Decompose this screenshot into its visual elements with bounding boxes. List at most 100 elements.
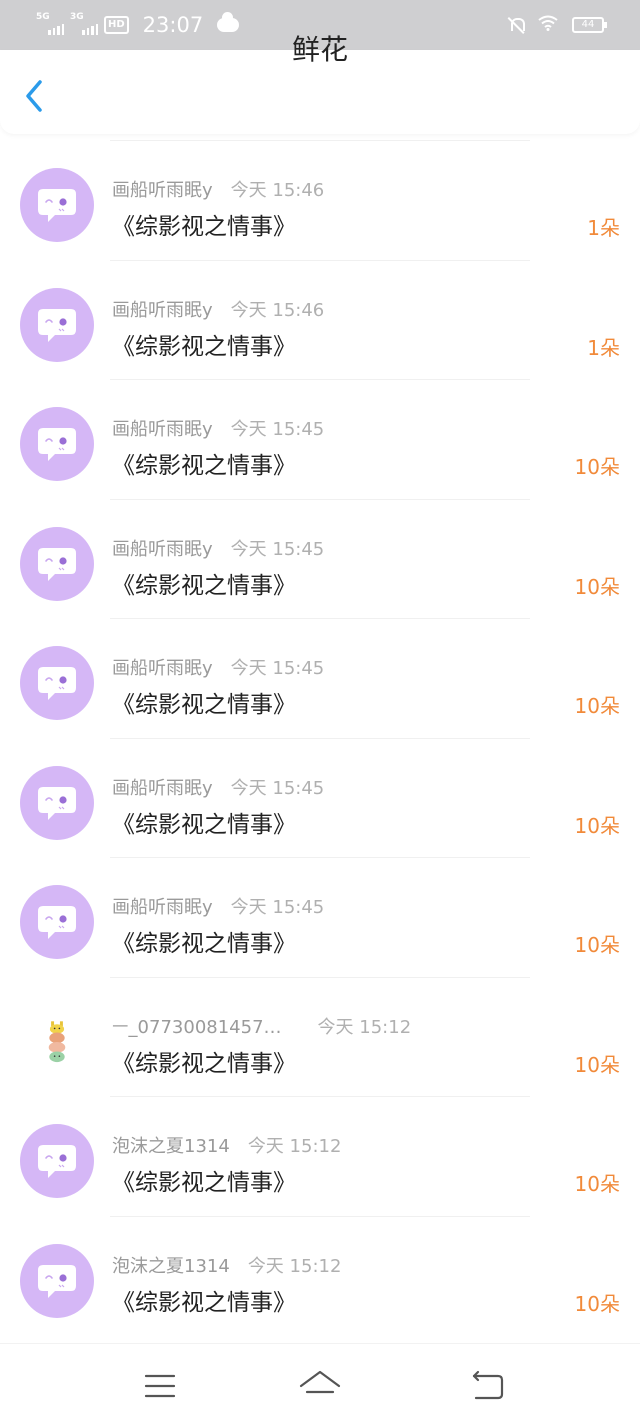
avatar[interactable] (20, 526, 94, 601)
item-meta: 画船听雨眠y 今天 15:45 (112, 774, 324, 800)
book-title: 《综影视之情事》 (112, 214, 296, 240)
list-item[interactable]: 画船听雨眠y 今天 15:45 《综影视之情事》 10朵 (0, 379, 640, 499)
username: 画船听雨眠y (112, 658, 213, 679)
flower-count: 10朵 (574, 1291, 620, 1316)
flower-list: 画船听雨眠y 今天 15:46 《综影视之情事》 1朵 画船听雨眠y 今天 15:4… (0, 140, 640, 1335)
flower-count: 10朵 (574, 1052, 620, 1077)
divider (110, 618, 530, 619)
item-meta: ㅡ_07730081457… 今天 15:12 (112, 1013, 411, 1039)
flower-count: 1朵 (587, 216, 620, 240)
chat-bubble-icon (38, 1145, 76, 1178)
username: 画船听雨眠y (112, 419, 213, 440)
flower-count: 10朵 (574, 574, 620, 599)
avatar[interactable] (20, 1124, 94, 1198)
chat-bubble-icon (38, 667, 76, 700)
divider (110, 1215, 530, 1217)
timestamp: 今天 15:12 (247, 1255, 342, 1277)
menu-icon (144, 1374, 176, 1398)
list-item[interactable]: 画船听雨眠y 今天 15:45 《综影视之情事》 10朵 (0, 618, 640, 738)
username: ㅡ_07730081457… (112, 1016, 282, 1038)
divider (110, 857, 530, 858)
chat-bubble-icon (38, 308, 76, 342)
book-title: 《综影视之情事》 (112, 931, 296, 957)
list-item[interactable]: 画船听雨眠y 今天 15:46 《综影视之情事》 1朵 (0, 140, 640, 260)
flower-count: 10朵 (574, 455, 620, 479)
divider (110, 976, 530, 978)
chat-bubble-icon (38, 428, 76, 461)
item-meta: 泡沫之夏1314 今天 15:12 (112, 1252, 341, 1278)
home-button[interactable] (298, 1368, 342, 1404)
avatar[interactable] (20, 1004, 94, 1079)
avatar[interactable] (20, 1243, 94, 1318)
book-title: 《综影视之情事》 (112, 1050, 296, 1077)
chat-bubble-icon (38, 547, 76, 581)
flower-count: 10朵 (574, 694, 620, 718)
item-meta: 泡沫之夏1314 今天 15:12 (112, 1132, 341, 1158)
timestamp: 今天 15:46 (230, 299, 325, 321)
item-meta: 画船听雨眠y 今天 15:45 (112, 415, 324, 441)
username: 画船听雨眠y (112, 299, 213, 321)
list-item[interactable]: 画船听雨眠y 今天 15:46 《综影视之情事》 1朵 (0, 259, 640, 380)
item-meta: 画船听雨眠y 今天 15:45 (112, 535, 324, 561)
timestamp: 今天 15:45 (230, 658, 325, 679)
item-meta: 画船听雨眠y 今天 15:46 (112, 296, 324, 322)
avatar[interactable] (20, 885, 94, 959)
timestamp: 今天 15:45 (230, 419, 325, 440)
chat-bubble-icon (38, 786, 76, 820)
timestamp: 今天 15:46 (230, 180, 325, 201)
page-title: 鲜花 (291, 33, 348, 66)
list-item[interactable]: ㅡ_07730081457… 今天 15:12 《综影视之情事》 10朵 (0, 976, 640, 1097)
timestamp: 今天 15:45 (230, 777, 325, 799)
book-title: 《综影视之情事》 (112, 692, 296, 718)
timestamp: 今天 15:45 (230, 538, 325, 560)
divider (110, 140, 530, 141)
list-item[interactable]: 泡沫之夏1314 今天 15:12 《综影视之情事》 10朵 (0, 1215, 640, 1336)
divider (110, 737, 530, 739)
list-item[interactable]: 画船听雨眠y 今天 15:45 《综影视之情事》 10朵 (0, 737, 640, 858)
timestamp: 今天 15:12 (247, 1136, 342, 1157)
book-title: 《综影视之情事》 (112, 333, 296, 360)
username: 画船听雨眠y (112, 897, 213, 918)
divider (110, 1096, 530, 1097)
avatar[interactable] (20, 407, 94, 481)
menu-button[interactable] (140, 1368, 180, 1404)
back-icon (472, 1370, 504, 1400)
divider (110, 259, 530, 261)
book-title: 《综影视之情事》 (112, 1289, 296, 1316)
item-meta: 画船听雨眠y 今天 15:45 (112, 893, 324, 919)
header: 鲜花 (0, 33, 640, 134)
system-nav-bar (0, 1343, 640, 1427)
item-meta: 画船听雨眠y 今天 15:46 (112, 176, 324, 202)
flower-count: 10朵 (574, 813, 620, 838)
avatar[interactable] (20, 646, 94, 720)
chat-bubble-icon (38, 906, 76, 939)
username: 画船听雨眠y (112, 777, 213, 799)
timestamp: 今天 15:45 (230, 897, 325, 918)
book-title: 《综影视之情事》 (112, 572, 296, 599)
book-title: 《综影视之情事》 (112, 453, 296, 479)
flower-count: 10朵 (574, 933, 620, 957)
timestamp: 今天 15:12 (317, 1016, 412, 1038)
username: 泡沫之夏1314 (112, 1255, 230, 1277)
flower-count: 1朵 (587, 335, 620, 360)
book-title: 《综影视之情事》 (112, 1170, 296, 1196)
book-title: 《综影视之情事》 (112, 811, 296, 838)
chat-bubble-icon (38, 189, 76, 222)
username: 泡沫之夏1314 (112, 1136, 230, 1157)
divider (110, 379, 530, 380)
username: 画船听雨眠y (112, 180, 213, 201)
list-item[interactable]: 画船听雨眠y 今天 15:45 《综影视之情事》 10朵 (0, 498, 640, 619)
flower-count: 10朵 (574, 1172, 620, 1196)
username: 画船听雨眠y (112, 538, 213, 560)
divider (110, 498, 530, 500)
home-icon (299, 1370, 341, 1394)
avatar[interactable] (20, 765, 94, 840)
pokemon-stack-photo (48, 1020, 66, 1062)
item-meta: 画船听雨眠y 今天 15:45 (112, 654, 324, 680)
list-item[interactable]: 画船听雨眠y 今天 15:45 《综影视之情事》 10朵 (0, 857, 640, 977)
back-nav-button[interactable] (468, 1368, 508, 1404)
avatar[interactable] (20, 287, 94, 362)
avatar[interactable] (20, 168, 94, 242)
chat-bubble-icon (38, 1264, 76, 1298)
list-item[interactable]: 泡沫之夏1314 今天 15:12 《综影视之情事》 10朵 (0, 1096, 640, 1216)
